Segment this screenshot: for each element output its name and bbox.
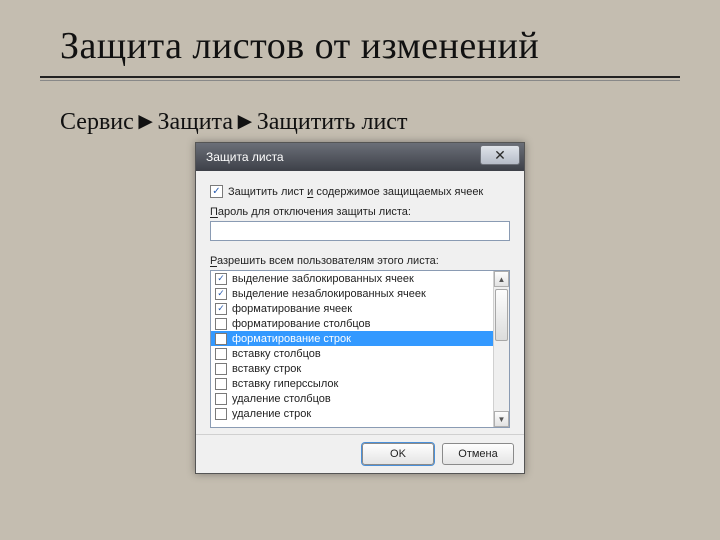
- permission-item[interactable]: вставку строк: [211, 361, 493, 376]
- dialog-container: Защита листа ✕ Защитить лист и содержимо…: [0, 142, 720, 474]
- permission-item[interactable]: удаление строк: [211, 406, 493, 421]
- permission-checkbox[interactable]: [215, 393, 227, 405]
- title-rule: [40, 76, 680, 78]
- password-input[interactable]: [210, 221, 510, 241]
- scroll-thumb[interactable]: [495, 289, 508, 341]
- dialog-title: Защита листа: [206, 150, 284, 164]
- scroll-track[interactable]: [494, 287, 509, 411]
- permission-checkbox[interactable]: [215, 378, 227, 390]
- dialog-titlebar[interactable]: Защита листа ✕: [196, 143, 524, 171]
- protect-sheet-dialog: Защита листа ✕ Защитить лист и содержимо…: [195, 142, 525, 474]
- permission-checkbox[interactable]: [215, 318, 227, 330]
- scrollbar[interactable]: ▲ ▼: [493, 271, 509, 427]
- permission-label: вставку гиперссылок: [232, 378, 338, 390]
- permission-label: форматирование строк: [232, 333, 351, 345]
- permission-checkbox[interactable]: [215, 288, 227, 300]
- permissions-label-rest: азрешить всем пользователям этого листа:: [217, 255, 439, 267]
- permissions-listbox[interactable]: выделение заблокированных ячеек выделение…: [210, 270, 510, 428]
- permission-checkbox[interactable]: [215, 348, 227, 360]
- permission-checkbox[interactable]: [215, 408, 227, 420]
- protect-contents-label: Защитить лист и содержимое защищаемых яч…: [228, 186, 483, 198]
- permission-item[interactable]: вставку гиперссылок: [211, 376, 493, 391]
- permission-label: вставку строк: [232, 363, 301, 375]
- protect-label-after: содержимое защищаемых ячеек: [313, 186, 483, 198]
- scroll-down-button[interactable]: ▼: [494, 411, 509, 427]
- permission-label: удаление строк: [232, 408, 311, 420]
- slide-title: Защита листов от изменений: [0, 0, 720, 72]
- permission-checkbox[interactable]: [215, 273, 227, 285]
- permissions-label-u: Р: [210, 255, 217, 267]
- close-button[interactable]: ✕: [480, 145, 520, 165]
- protect-label-before: Защитить лист: [228, 186, 307, 198]
- permission-item[interactable]: вставку столбцов: [211, 346, 493, 361]
- password-label-rest: ароль для отключения защиты листа:: [218, 206, 411, 218]
- permission-label: выделение незаблокированных ячеек: [232, 288, 426, 300]
- protect-contents-checkbox[interactable]: [210, 185, 223, 198]
- permission-label: форматирование ячеек: [232, 303, 352, 315]
- slide: Защита листов от изменений Сервис►Защита…: [0, 0, 720, 540]
- permission-item[interactable]: выделение заблокированных ячеек: [211, 271, 493, 286]
- protect-contents-row[interactable]: Защитить лист и содержимое защищаемых яч…: [210, 185, 510, 198]
- scroll-up-button[interactable]: ▲: [494, 271, 509, 287]
- permission-checkbox[interactable]: [215, 303, 227, 315]
- permission-label: выделение заблокированных ячеек: [232, 273, 414, 285]
- permission-item[interactable]: форматирование ячеек: [211, 301, 493, 316]
- ok-button[interactable]: OK: [362, 443, 434, 465]
- permission-label: удаление столбцов: [232, 393, 331, 405]
- close-icon: ✕: [494, 147, 506, 164]
- slide-subtitle: Сервис►Защита►Защитить лист: [0, 81, 720, 142]
- permission-checkbox[interactable]: [215, 363, 227, 375]
- password-label: Пароль для отключения защиты листа:: [210, 206, 510, 218]
- permissions-label: Разрешить всем пользователям этого листа…: [210, 255, 510, 267]
- dialog-body: Защитить лист и содержимое защищаемых яч…: [196, 171, 524, 434]
- dialog-button-bar: OK Отмена: [196, 434, 524, 473]
- permission-label: форматирование столбцов: [232, 318, 371, 330]
- cancel-button[interactable]: Отмена: [442, 443, 514, 465]
- permission-item[interactable]: форматирование столбцов: [211, 316, 493, 331]
- permissions-items: выделение заблокированных ячеек выделение…: [211, 271, 493, 421]
- password-label-u: П: [210, 206, 218, 218]
- permission-item[interactable]: удаление столбцов: [211, 391, 493, 406]
- permission-checkbox[interactable]: [215, 333, 227, 345]
- permission-item[interactable]: выделение незаблокированных ячеек: [211, 286, 493, 301]
- permission-item[interactable]: форматирование строк: [211, 331, 493, 346]
- permission-label: вставку столбцов: [232, 348, 321, 360]
